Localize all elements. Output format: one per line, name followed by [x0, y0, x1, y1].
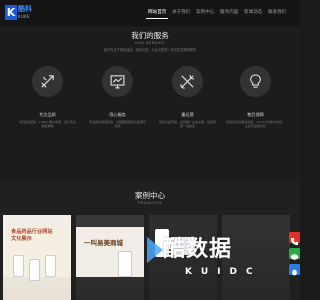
case-card[interactable]: 食品药品行业网站 文化展示: [3, 215, 71, 300]
phone-mockup: [118, 251, 132, 277]
service-card-operation[interactable]: 重运营 建站只是开始，运营推广才是关键，全网营销一站搞定: [150, 66, 225, 176]
watermark-text: 酷数据: [163, 237, 233, 262]
nav-item-contact[interactable]: 联系我们: [268, 9, 286, 15]
watermark-logo: 酷数据 KUIDC: [145, 225, 295, 295]
case-card[interactable]: 一叫易美商城: [76, 215, 144, 300]
services-section: 我们的服务 OUR SERVICE 我们专注于网站建设，网站优化，为企业提供一站…: [0, 26, 300, 180]
cases-title: 案例中心: [135, 191, 165, 200]
service-card-quality[interactable]: 专注品质 6年建站经验，1000+客户案例，设计专业精益求精: [10, 66, 85, 176]
nav-item-cases[interactable]: 案例中心: [196, 9, 214, 15]
chat-icon: [290, 254, 299, 260]
service-card-aftersales[interactable]: 售后保障 完善的售后服务体系，7x24小时技术支持，让您无后顾之忧: [218, 66, 293, 176]
play-triangle-icon: [147, 237, 163, 263]
phone-mockup: [13, 255, 24, 277]
service-title: 用心服务: [109, 112, 126, 117]
service-icon-circle: [172, 66, 203, 97]
services-subtitle: OUR SERVICE: [134, 41, 166, 45]
nav-item-about[interactable]: 关于我们: [172, 9, 190, 15]
cases-subtitle: PRODUCTS: [137, 201, 163, 205]
chart-monitor-icon: [110, 75, 125, 89]
case-banner: [76, 227, 144, 277]
phone-contact-button[interactable]: [289, 232, 300, 246]
chat-contact-button[interactable]: [289, 248, 300, 260]
nav-active-indicator: [146, 18, 168, 19]
phone-mockup: [29, 259, 40, 281]
service-description: 完善的售后服务体系，7x24小时技术支持，让您无后顾之忧: [226, 120, 285, 128]
nav-item-services[interactable]: 服务内容: [220, 9, 238, 15]
services-title: 我们的服务: [131, 31, 169, 40]
service-icon-circle: [32, 66, 63, 97]
logo-name: 酷科: [18, 5, 32, 13]
case-caption: 一叫易美商城: [84, 239, 123, 247]
case-caption: 食品药品行业网站 文化展示: [11, 229, 53, 242]
services-description: 我们专注于网站建设，网站优化，为企业提供一站式的互联网服务: [103, 48, 197, 52]
service-description: 建站只是开始，运营推广才是关键，全网营销一站搞定: [158, 120, 216, 128]
logo-mark: K: [5, 5, 17, 20]
qq-icon: [292, 269, 297, 276]
service-description: 专业团队精准高效，全程跟踪服务为您保驾护航: [88, 120, 146, 128]
site-logo[interactable]: K 酷科 KUKE: [5, 5, 43, 20]
logo-tagline: KUKE: [18, 14, 30, 19]
phone-icon: [290, 237, 299, 246]
watermark-letters: KUIDC: [185, 267, 262, 277]
phone-mockup: [45, 255, 56, 277]
service-title: 重运营: [181, 112, 194, 117]
service-description: 6年建站经验，1000+客户案例，设计专业精益求精: [18, 120, 77, 128]
wrench-tools-icon: [180, 74, 195, 89]
top-navigation-bar: K 酷科 KUKE 网站首页 关于我们 案例中心 服务内容 新闻动态 联系我们: [0, 0, 300, 26]
service-icon-circle: [240, 66, 271, 97]
service-card-support[interactable]: 用心服务 专业团队精准高效，全程跟踪服务为您保驾护航: [80, 66, 155, 176]
lightbulb-icon: [250, 74, 261, 88]
qq-contact-button[interactable]: [289, 264, 300, 276]
nav-item-news[interactable]: 新闻动态: [244, 9, 262, 15]
design-tools-icon: [41, 75, 54, 88]
service-title: 专注品质: [39, 112, 56, 117]
service-title: 售后保障: [247, 112, 264, 117]
nav-item-home[interactable]: 网站首页: [148, 9, 166, 15]
service-icon-circle: [102, 66, 133, 97]
